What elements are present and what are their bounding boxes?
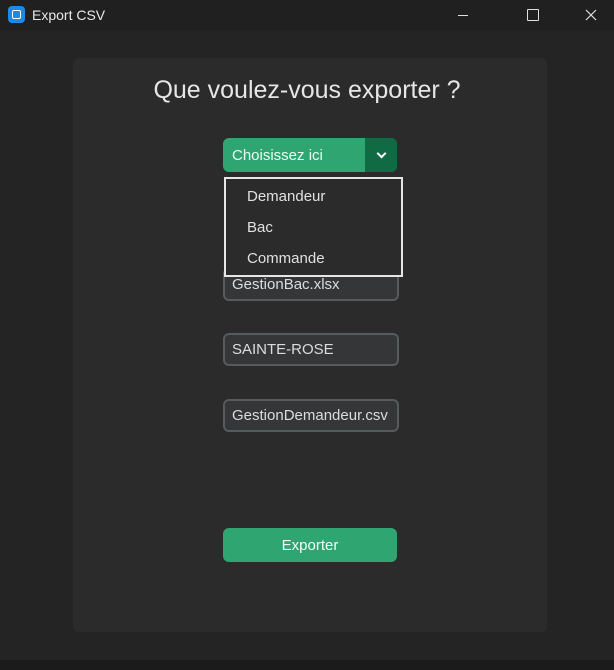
dropdown-item-demandeur[interactable]: Demandeur — [226, 181, 401, 212]
minimize-button[interactable] — [440, 0, 486, 30]
desktop-background — [0, 660, 614, 670]
export-type-combobox[interactable]: Choisissez ici — [223, 138, 397, 172]
combobox-arrow-button[interactable] — [365, 138, 397, 172]
export-button[interactable]: Exporter — [223, 528, 397, 562]
export-type-dropdown-menu: Demandeur Bac Commande — [224, 177, 403, 277]
title-bar[interactable]: Export CSV — [0, 0, 614, 30]
chevron-down-icon — [376, 148, 386, 159]
close-icon — [585, 9, 597, 21]
minimize-icon — [458, 14, 468, 16]
maximize-icon — [527, 9, 539, 21]
combobox-value: Choisissez ici — [232, 147, 323, 164]
page-title: Que voulez-vous exporter ? — [153, 76, 461, 104]
dropdown-item-commande[interactable]: Commande — [226, 243, 401, 274]
file-demandeur-input[interactable] — [223, 399, 399, 432]
dropdown-item-bac[interactable]: Bac — [226, 212, 401, 243]
close-button[interactable] — [568, 0, 614, 30]
location-input[interactable] — [223, 333, 399, 366]
app-window: Export CSV Que voulez-vous exporter ? Ch… — [0, 0, 614, 661]
app-icon — [8, 6, 25, 23]
window-title: Export CSV — [32, 7, 106, 23]
maximize-button[interactable] — [510, 0, 556, 30]
